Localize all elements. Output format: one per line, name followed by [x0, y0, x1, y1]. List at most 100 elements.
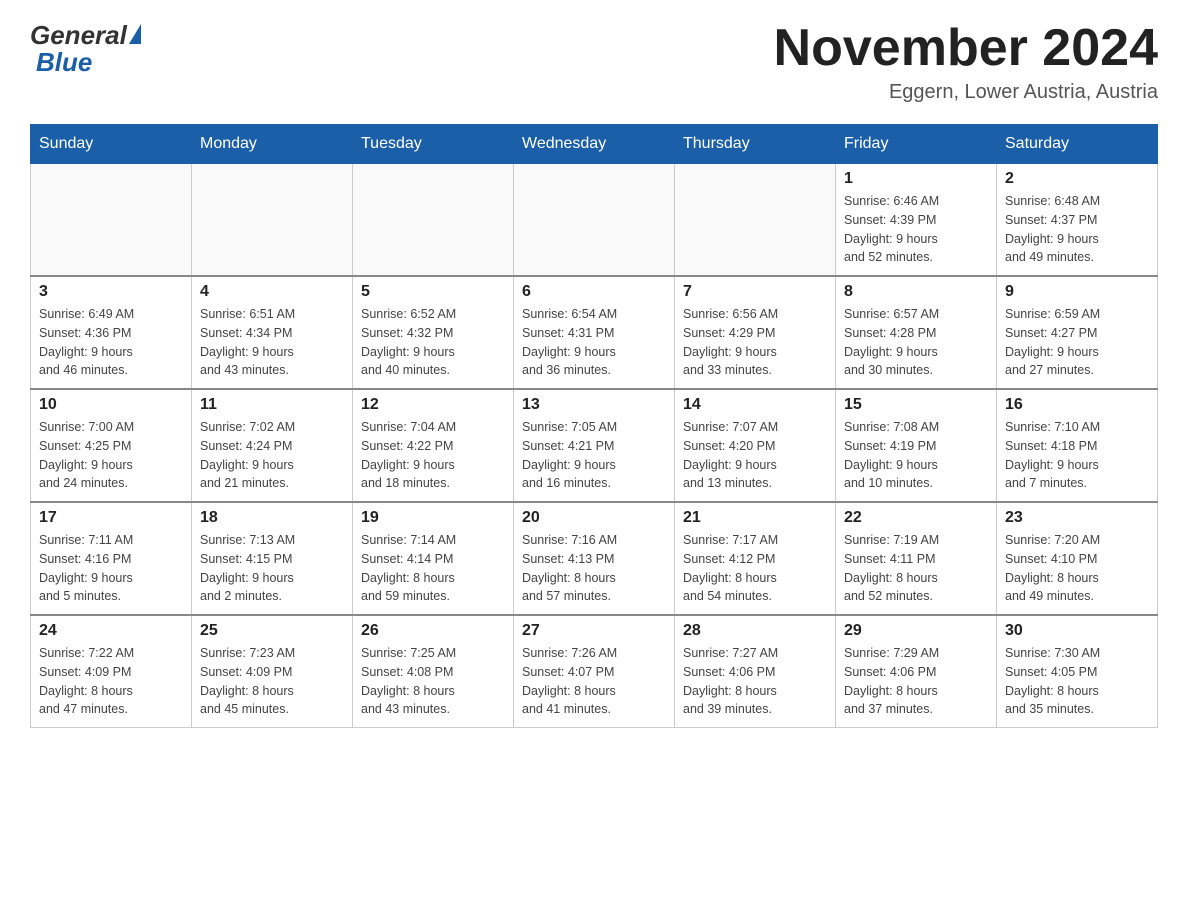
- calendar-day-cell: 7 Sunrise: 6:56 AM Sunset: 4:29 PM Daylig…: [675, 276, 836, 389]
- day-number: 12: [361, 396, 505, 414]
- calendar-day-cell: 8 Sunrise: 6:57 AM Sunset: 4:28 PM Daylig…: [836, 276, 997, 389]
- calendar-day-cell: 20 Sunrise: 7:16 AM Sunset: 4:13 PM Dayli…: [514, 502, 675, 615]
- weekday-header-row: SundayMondayTuesdayWednesdayThursdayFrid…: [31, 125, 1158, 164]
- day-info: Sunrise: 6:54 AM Sunset: 4:31 PM Dayligh…: [522, 305, 666, 380]
- weekday-header-monday: Monday: [192, 125, 353, 164]
- day-number: 20: [522, 509, 666, 527]
- day-number: 19: [361, 509, 505, 527]
- weekday-header-friday: Friday: [836, 125, 997, 164]
- day-info: Sunrise: 7:23 AM Sunset: 4:09 PM Dayligh…: [200, 644, 344, 719]
- day-info: Sunrise: 7:20 AM Sunset: 4:10 PM Dayligh…: [1005, 531, 1149, 606]
- day-info: Sunrise: 7:11 AM Sunset: 4:16 PM Dayligh…: [39, 531, 183, 606]
- day-info: Sunrise: 7:26 AM Sunset: 4:07 PM Dayligh…: [522, 644, 666, 719]
- calendar-day-cell: 17 Sunrise: 7:11 AM Sunset: 4:16 PM Dayli…: [31, 502, 192, 615]
- calendar-day-cell: 9Sunrise: 6:59 AM Sunset: 4:27 PM Daylig…: [997, 276, 1158, 389]
- day-number: 22: [844, 509, 988, 527]
- day-number: 30: [1005, 622, 1149, 640]
- day-info: Sunrise: 7:08 AM Sunset: 4:19 PM Dayligh…: [844, 418, 988, 493]
- day-number: 5: [361, 283, 505, 301]
- calendar-day-cell: [192, 164, 353, 277]
- calendar-day-cell: 18 Sunrise: 7:13 AM Sunset: 4:15 PM Dayli…: [192, 502, 353, 615]
- day-info: Sunrise: 7:07 AM Sunset: 4:20 PM Dayligh…: [683, 418, 827, 493]
- calendar-day-cell: [514, 164, 675, 277]
- weekday-header-saturday: Saturday: [997, 125, 1158, 164]
- day-number: 11: [200, 396, 344, 414]
- day-number: 27: [522, 622, 666, 640]
- day-number: 3: [39, 283, 183, 301]
- calendar-day-cell: 5 Sunrise: 6:52 AM Sunset: 4:32 PM Daylig…: [353, 276, 514, 389]
- day-info: Sunrise: 7:19 AM Sunset: 4:11 PM Dayligh…: [844, 531, 988, 606]
- day-number: 10: [39, 396, 183, 414]
- day-number: 7: [683, 283, 827, 301]
- calendar-day-cell: 13 Sunrise: 7:05 AM Sunset: 4:21 PM Dayli…: [514, 389, 675, 502]
- calendar-day-cell: 25 Sunrise: 7:23 AM Sunset: 4:09 PM Dayli…: [192, 615, 353, 728]
- day-number: 16: [1005, 396, 1149, 414]
- calendar-day-cell: 24Sunrise: 7:22 AM Sunset: 4:09 PM Dayli…: [31, 615, 192, 728]
- calendar-table: SundayMondayTuesdayWednesdayThursdayFrid…: [30, 124, 1158, 728]
- day-info: Sunrise: 6:51 AM Sunset: 4:34 PM Dayligh…: [200, 305, 344, 380]
- day-number: 13: [522, 396, 666, 414]
- day-info: Sunrise: 7:13 AM Sunset: 4:15 PM Dayligh…: [200, 531, 344, 606]
- day-info: Sunrise: 7:25 AM Sunset: 4:08 PM Dayligh…: [361, 644, 505, 719]
- day-number: 17: [39, 509, 183, 527]
- day-info: Sunrise: 7:05 AM Sunset: 4:21 PM Dayligh…: [522, 418, 666, 493]
- calendar-day-cell: 10 Sunrise: 7:00 AM Sunset: 4:25 PM Dayli…: [31, 389, 192, 502]
- day-info: Sunrise: 7:29 AM Sunset: 4:06 PM Dayligh…: [844, 644, 988, 719]
- day-info: Sunrise: 7:16 AM Sunset: 4:13 PM Dayligh…: [522, 531, 666, 606]
- calendar-day-cell: [353, 164, 514, 277]
- day-info: Sunrise: 7:02 AM Sunset: 4:24 PM Dayligh…: [200, 418, 344, 493]
- calendar-day-cell: 3 Sunrise: 6:49 AM Sunset: 4:36 PM Daylig…: [31, 276, 192, 389]
- calendar-day-cell: 23 Sunrise: 7:20 AM Sunset: 4:10 PM Dayli…: [997, 502, 1158, 615]
- day-number: 26: [361, 622, 505, 640]
- day-number: 2: [1005, 170, 1149, 188]
- day-info: Sunrise: 7:04 AM Sunset: 4:22 PM Dayligh…: [361, 418, 505, 493]
- calendar-day-cell: 4Sunrise: 6:51 AM Sunset: 4:34 PM Daylig…: [192, 276, 353, 389]
- logo: General Blue: [30, 20, 141, 78]
- calendar-day-cell: 26 Sunrise: 7:25 AM Sunset: 4:08 PM Dayli…: [353, 615, 514, 728]
- weekday-header-sunday: Sunday: [31, 125, 192, 164]
- day-info: Sunrise: 6:49 AM Sunset: 4:36 PM Dayligh…: [39, 305, 183, 380]
- calendar-week-row: 1Sunrise: 6:46 AM Sunset: 4:39 PM Daylig…: [31, 164, 1158, 277]
- day-info: Sunrise: 7:14 AM Sunset: 4:14 PM Dayligh…: [361, 531, 505, 606]
- month-title: November 2024: [774, 20, 1158, 77]
- calendar-day-cell: [31, 164, 192, 277]
- logo-blue-text: Blue: [36, 47, 92, 78]
- day-info: Sunrise: 7:00 AM Sunset: 4:25 PM Dayligh…: [39, 418, 183, 493]
- day-number: 24: [39, 622, 183, 640]
- day-number: 29: [844, 622, 988, 640]
- calendar-day-cell: 1Sunrise: 6:46 AM Sunset: 4:39 PM Daylig…: [836, 164, 997, 277]
- weekday-header-wednesday: Wednesday: [514, 125, 675, 164]
- title-section: November 2024 Eggern, Lower Austria, Aus…: [774, 20, 1158, 104]
- logo-triangle-icon: [129, 24, 141, 44]
- day-info: Sunrise: 6:52 AM Sunset: 4:32 PM Dayligh…: [361, 305, 505, 380]
- weekday-header-tuesday: Tuesday: [353, 125, 514, 164]
- calendar-week-row: 10 Sunrise: 7:00 AM Sunset: 4:25 PM Dayli…: [31, 389, 1158, 502]
- calendar-day-cell: 21Sunrise: 7:17 AM Sunset: 4:12 PM Dayli…: [675, 502, 836, 615]
- page-header: General Blue November 2024 Eggern, Lower…: [30, 20, 1158, 104]
- day-number: 21: [683, 509, 827, 527]
- calendar-day-cell: 11 Sunrise: 7:02 AM Sunset: 4:24 PM Dayli…: [192, 389, 353, 502]
- location-text: Eggern, Lower Austria, Austria: [774, 81, 1158, 104]
- weekday-header-thursday: Thursday: [675, 125, 836, 164]
- calendar-day-cell: 22 Sunrise: 7:19 AM Sunset: 4:11 PM Dayli…: [836, 502, 997, 615]
- day-info: Sunrise: 7:30 AM Sunset: 4:05 PM Dayligh…: [1005, 644, 1149, 719]
- day-info: Sunrise: 6:56 AM Sunset: 4:29 PM Dayligh…: [683, 305, 827, 380]
- calendar-day-cell: 15 Sunrise: 7:08 AM Sunset: 4:19 PM Dayli…: [836, 389, 997, 502]
- day-info: Sunrise: 7:10 AM Sunset: 4:18 PM Dayligh…: [1005, 418, 1149, 493]
- day-info: Sunrise: 6:48 AM Sunset: 4:37 PM Dayligh…: [1005, 192, 1149, 267]
- day-number: 8: [844, 283, 988, 301]
- calendar-week-row: 3 Sunrise: 6:49 AM Sunset: 4:36 PM Daylig…: [31, 276, 1158, 389]
- calendar-week-row: 24Sunrise: 7:22 AM Sunset: 4:09 PM Dayli…: [31, 615, 1158, 728]
- day-number: 18: [200, 509, 344, 527]
- day-number: 28: [683, 622, 827, 640]
- day-number: 14: [683, 396, 827, 414]
- calendar-day-cell: 28Sunrise: 7:27 AM Sunset: 4:06 PM Dayli…: [675, 615, 836, 728]
- day-number: 23: [1005, 509, 1149, 527]
- calendar-day-cell: 29 Sunrise: 7:29 AM Sunset: 4:06 PM Dayli…: [836, 615, 997, 728]
- calendar-day-cell: 2 Sunrise: 6:48 AM Sunset: 4:37 PM Daylig…: [997, 164, 1158, 277]
- day-number: 25: [200, 622, 344, 640]
- day-info: Sunrise: 6:59 AM Sunset: 4:27 PM Dayligh…: [1005, 305, 1149, 380]
- day-info: Sunrise: 6:57 AM Sunset: 4:28 PM Dayligh…: [844, 305, 988, 380]
- day-number: 15: [844, 396, 988, 414]
- calendar-day-cell: 16 Sunrise: 7:10 AM Sunset: 4:18 PM Dayli…: [997, 389, 1158, 502]
